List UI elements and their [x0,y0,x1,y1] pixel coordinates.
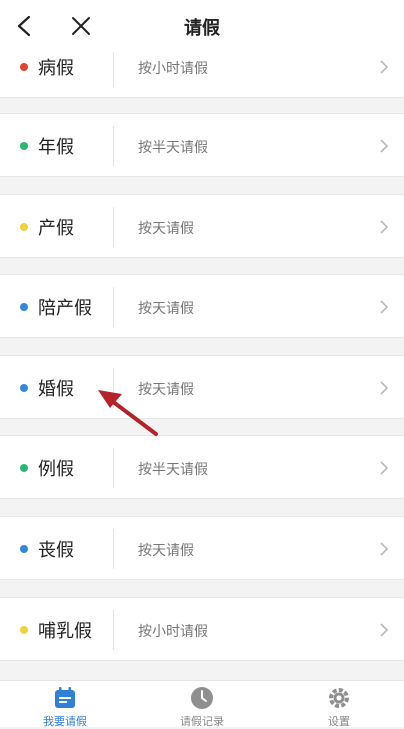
divider [113,529,114,569]
leave-row-bereavement[interactable]: 丧假 按天请假 [0,516,404,580]
chevron-right-icon [380,623,389,637]
chevron-right-icon [380,139,389,153]
calendar-icon [55,687,75,708]
chevron-right-icon [380,381,389,395]
leave-type-desc: 按天请假 [138,301,194,317]
leave-row-period[interactable]: 例假 按半天请假 [0,435,404,499]
chevron-right-icon [380,542,389,556]
leave-type-name: 丧假 [38,540,74,561]
status-dot [20,142,28,150]
chevron-right-icon [380,461,389,475]
leave-type-name: 年假 [38,137,74,158]
leave-type-desc: 按半天请假 [138,462,208,478]
divider [113,610,114,650]
status-dot [20,63,28,71]
leave-row-nursing[interactable]: 哺乳假 按小时请假 [0,597,404,661]
divider [113,47,114,87]
leave-type-name: 例假 [38,459,74,480]
tab-settings[interactable]: 设置 [294,681,384,728]
leave-type-name: 病假 [38,58,74,79]
tab-apply-leave[interactable]: 我要请假 [20,681,110,728]
status-dot [20,464,28,472]
leave-type-desc: 按半天请假 [138,140,208,156]
leave-type-desc: 按天请假 [138,221,194,237]
divider [113,207,114,247]
chevron-right-icon [380,300,389,314]
leave-row-paternity[interactable]: 陪产假 按天请假 [0,274,404,338]
annotation-arrow-icon [98,390,158,436]
leave-type-list: 病假 按小时请假 年假 按半天请假 产假 按天请假 陪产假 按天请假 婚假 按天… [0,0,404,680]
leave-type-name: 产假 [38,218,74,239]
leave-type-desc: 按小时请假 [138,61,208,77]
page-title: 请假 [184,18,220,39]
leave-row-marriage[interactable]: 婚假 按天请假 [0,355,404,419]
leave-type-desc: 按小时请假 [138,624,208,640]
divider [113,448,114,488]
divider [113,126,114,166]
status-dot [20,384,28,392]
status-dot [20,303,28,311]
top-nav-bar: 请假 [0,0,404,52]
clock-icon [191,687,213,709]
chevron-right-icon [380,60,389,74]
leave-row-maternity[interactable]: 产假 按天请假 [0,194,404,258]
status-dot [20,626,28,634]
leave-type-name: 陪产假 [38,298,92,319]
leave-type-desc: 按天请假 [138,543,194,559]
chevron-right-icon [380,220,389,234]
divider [113,287,114,327]
leave-type-name: 哺乳假 [38,621,92,642]
leave-type-name: 婚假 [38,379,74,400]
status-dot [20,223,28,231]
gear-icon [329,688,349,708]
bottom-tab-bar: 我要请假 请假记录 设置 [0,680,404,728]
tab-leave-records[interactable]: 请假记录 [157,681,247,728]
leave-row-annual[interactable]: 年假 按半天请假 [0,113,404,177]
status-dot [20,545,28,553]
